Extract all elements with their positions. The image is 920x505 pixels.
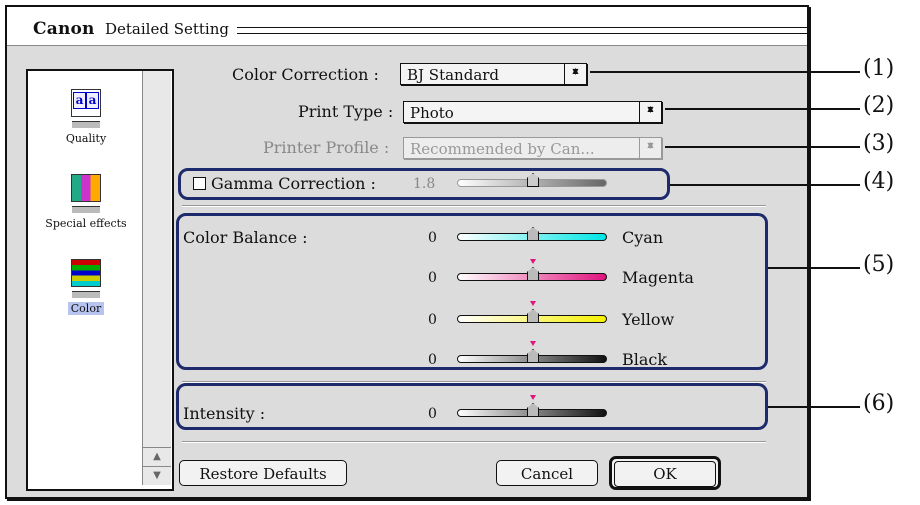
quality-icon: aa [71,89,101,117]
gamma-highlight-box [178,168,670,200]
divider [182,441,766,443]
quality-icon-slider [72,121,100,128]
intensity-highlight-box [176,383,768,430]
divider [182,205,766,207]
sidebar-item-quality[interactable]: aa Quality [36,89,136,145]
canon-logo: Canon [33,19,95,39]
callout-5-leader [768,267,860,269]
settings-sidebar: aa Quality Special effects Color ▲ ▼ [26,69,174,491]
printer-profile-value: Recommended by Can... [410,140,595,158]
callout-1: (1) [863,56,895,81]
callout-6-leader [768,406,860,408]
sidebar-item-label: Quality [65,132,107,145]
restore-defaults-button[interactable]: Restore Defaults [179,460,347,486]
sidebar-scrollbar[interactable]: ▲ ▼ [142,71,171,485]
color-correction-label: Color Correction : [232,65,379,84]
printer-profile-label: Printer Profile : [263,138,390,157]
callout-3: (3) [863,131,895,156]
sidebar-item-color[interactable]: Color [36,259,136,315]
scroll-down-button[interactable]: ▼ [143,466,171,485]
print-type-select[interactable]: Photo ▲ ▼ [403,101,662,123]
callout-5: (5) [863,252,895,277]
special-effects-icon-slider [72,206,100,213]
print-type-value: Photo [410,104,454,122]
title-bar[interactable]: Canon Detailed Setting [7,7,807,46]
title-bar-stripes [237,27,807,34]
color-balance-highlight-box [176,213,768,370]
color-icon-slider [72,291,100,298]
chevron-up-down-icon: ▲ ▼ [639,102,661,122]
color-icon [71,259,101,287]
window-title: Detailed Setting [105,20,229,38]
sidebar-item-special-effects[interactable]: Special effects [22,174,150,230]
chevron-up-down-icon: ▲ ▼ [639,138,661,158]
printer-profile-select[interactable]: Recommended by Can... ▲ ▼ [403,137,662,159]
callout-6: (6) [863,391,895,416]
color-correction-select[interactable]: BJ Standard ▲ ▼ [400,63,587,85]
special-effects-icon [71,174,101,202]
sidebar-item-label: Color [67,302,105,315]
ok-button-label: OK [614,461,716,487]
callout-4: (4) [863,169,895,194]
sidebar-item-label: Special effects [45,217,127,230]
color-correction-value: BJ Standard [407,66,500,84]
print-type-label: Print Type : [298,102,394,121]
cancel-button[interactable]: Cancel [496,460,598,486]
scroll-up-button[interactable]: ▲ [143,447,171,466]
ok-button[interactable]: OK [609,456,721,490]
callout-1-leader [590,71,860,73]
callout-2: (2) [863,93,895,118]
callout-2-leader [665,108,860,110]
callout-4-leader [670,184,860,186]
callout-3-leader [665,146,860,148]
chevron-up-down-icon: ▲ ▼ [564,64,586,84]
